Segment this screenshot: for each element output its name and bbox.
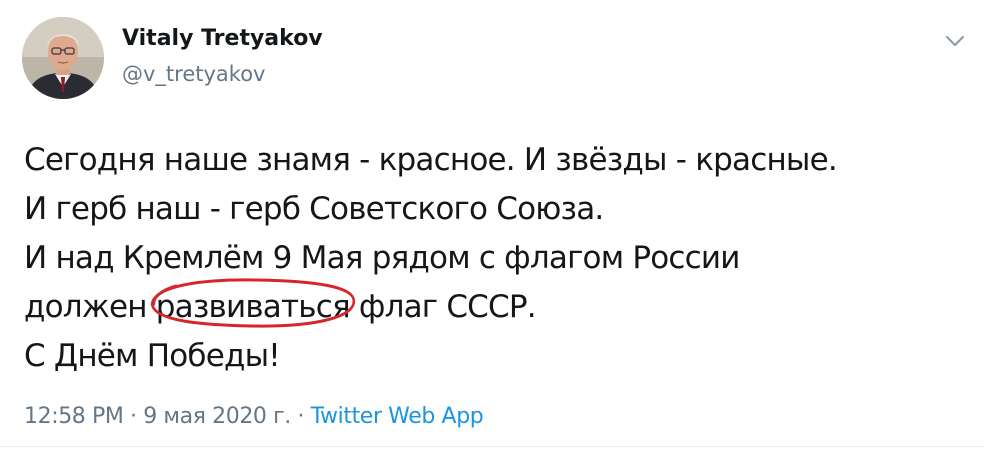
divider <box>0 446 984 447</box>
tweet-line: должен развиваться флаг СССР. <box>24 278 964 332</box>
circled-word: развиваться <box>150 278 355 332</box>
tweet-meta: 12:58 PM · 9 мая 2020 г. · Twitter Web A… <box>24 402 484 432</box>
meta-separator: · <box>297 404 305 429</box>
tweet-word: должен <box>24 289 147 325</box>
tweet-line: И над Кремлём 9 Мая рядом с флагом Росси… <box>24 240 740 276</box>
meta-separator: · <box>130 404 137 429</box>
tweet-text: Сегодня наше знамя - красное. И звёзды -… <box>24 136 964 381</box>
tweet-source-link[interactable]: Twitter Web App <box>311 404 484 429</box>
tweet-date[interactable]: 9 мая 2020 г. <box>143 404 291 429</box>
tweet-time[interactable]: 12:58 PM <box>24 404 124 429</box>
tweet-card: Vitaly Tretyakov @v_tretyakov Сегодня на… <box>0 0 984 451</box>
profile-photo-icon <box>22 17 104 99</box>
avatar[interactable] <box>22 17 104 99</box>
tweet-line: Сегодня наше знамя - красное. И звёзды -… <box>24 142 838 178</box>
tweet-author: Vitaly Tretyakov @v_tretyakov <box>122 25 323 87</box>
tweet-menu-button[interactable] <box>941 27 969 55</box>
tweet-line: И герб наш - герб Советского Союза. <box>24 191 604 227</box>
display-name[interactable]: Vitaly Tretyakov <box>122 25 323 53</box>
chevron-down-icon <box>946 36 964 46</box>
tweet-line: С Днём Победы! <box>24 338 281 374</box>
tweet-word: флаг СССР. <box>358 289 537 325</box>
user-handle[interactable]: @v_tretyakov <box>122 61 323 87</box>
circled-word-text: развиваться <box>155 289 351 325</box>
